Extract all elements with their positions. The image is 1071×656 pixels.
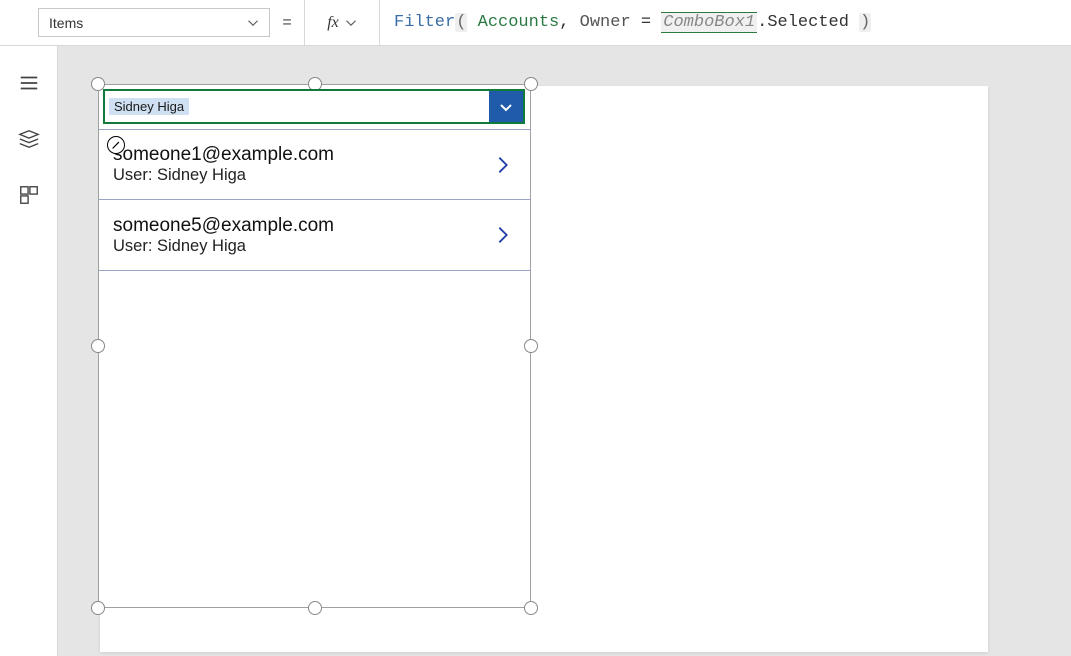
token-field: Owner [580, 13, 631, 32]
combobox[interactable]: Sidney Higa [103, 89, 525, 124]
list-item-primary: someone5@example.com [113, 215, 334, 237]
list-item-text: someone5@example.com User: Sidney Higa [113, 215, 334, 256]
resize-handle[interactable] [524, 601, 538, 615]
gallery-rows: someone1@example.com User: Sidney Higa s… [99, 129, 530, 271]
list-item[interactable]: someone5@example.com User: Sidney Higa [99, 200, 530, 271]
list-item[interactable]: someone1@example.com User: Sidney Higa [99, 129, 530, 200]
tree-view-icon[interactable] [18, 128, 40, 150]
token-control: ComboBox1 [661, 12, 757, 33]
token-dot: . [757, 13, 767, 32]
resize-handle[interactable] [524, 339, 538, 353]
property-selector[interactable]: Items [38, 8, 270, 37]
fx-button[interactable]: fx [304, 0, 380, 45]
gallery-control[interactable]: Sidney Higa someone1@example.com User: S… [98, 84, 531, 608]
chevron-right-icon[interactable] [492, 224, 514, 246]
resize-handle[interactable] [524, 77, 538, 91]
list-item-secondary: User: Sidney Higa [113, 237, 334, 256]
token-paren-open: ( [455, 13, 467, 32]
combobox-selected-tag[interactable]: Sidney Higa [109, 98, 189, 115]
token-table: Accounts [478, 13, 560, 32]
token-comma: , [559, 13, 569, 32]
canvas-area[interactable]: Sidney Higa someone1@example.com User: S… [58, 46, 1071, 656]
chevron-down-icon [247, 17, 259, 29]
pencil-icon [111, 140, 121, 150]
list-item-primary: someone1@example.com [113, 144, 334, 166]
chevron-right-icon[interactable] [492, 154, 514, 176]
token-property: Selected [767, 13, 849, 32]
fx-label: fx [327, 14, 339, 32]
token-operator: = [641, 13, 651, 32]
resize-handle[interactable] [91, 339, 105, 353]
list-item-text: someone1@example.com User: Sidney Higa [113, 144, 334, 185]
components-icon[interactable] [18, 184, 40, 206]
chevron-down-icon [345, 17, 357, 29]
token-function: Filter [394, 13, 455, 32]
chevron-down-icon [498, 99, 514, 115]
app-screen[interactable]: Sidney Higa someone1@example.com User: S… [100, 86, 988, 652]
edit-template-icon[interactable] [107, 136, 125, 154]
resize-handle[interactable] [91, 601, 105, 615]
list-item-secondary: User: Sidney Higa [113, 166, 334, 185]
hamburger-icon[interactable] [18, 72, 40, 94]
left-rail [0, 46, 58, 656]
resize-handle[interactable] [308, 601, 322, 615]
token-paren-close: ) [859, 13, 871, 32]
equals-label: = [270, 0, 304, 45]
property-name: Items [49, 15, 83, 31]
combobox-dropdown-button[interactable] [489, 91, 523, 122]
formula-bar: Items = fx Filter( Accounts, Owner = Com… [0, 0, 1071, 46]
formula-input[interactable]: Filter( Accounts, Owner = ComboBox1.Sele… [380, 0, 1071, 45]
